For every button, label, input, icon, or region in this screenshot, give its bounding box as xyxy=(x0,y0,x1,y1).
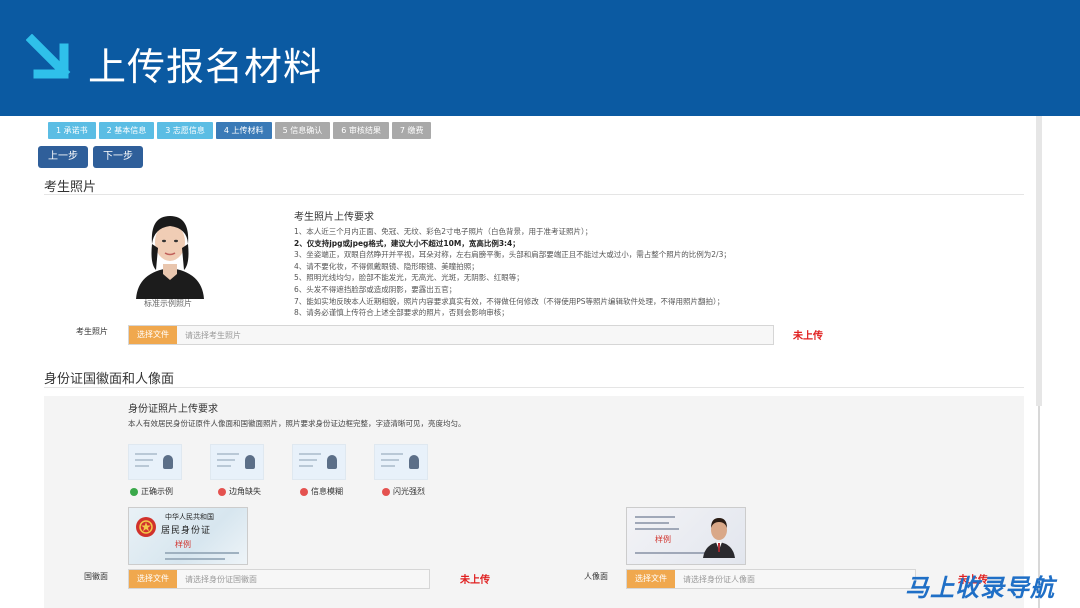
national-emblem-icon xyxy=(136,517,156,537)
prev-step-button[interactable]: 上一步 xyxy=(38,146,88,168)
emblem-choose-file-button[interactable]: 选择文件 xyxy=(129,570,177,588)
portrait-photo xyxy=(703,518,735,558)
portrait-choose-file-button[interactable]: 选择文件 xyxy=(627,570,675,588)
requirement-item: 7、能如实地反映本人近期相貌，照片内容要求真实有效，不得做任何修改（不得使用PS… xyxy=(294,296,725,306)
sample-photo-caption: 标准示例照片 xyxy=(144,299,192,308)
id-sample-text: 信息模糊 xyxy=(311,487,343,496)
portrait-file-placeholder: 请选择身份证人像面 xyxy=(683,574,755,584)
id-emblem-stamp: 样例 xyxy=(175,540,191,549)
card-text-line xyxy=(635,516,675,518)
card-text-line xyxy=(217,453,239,455)
emblem-upload-status: 未上传 xyxy=(460,575,490,586)
photo-choose-file-button[interactable]: 选择文件 xyxy=(129,326,177,344)
id-sample-label: 闪光强烈 xyxy=(382,486,425,497)
step-tab[interactable]: 4 上传材料 xyxy=(215,122,272,139)
upload-form: 1 承诺书 2 基本信息 3 志愿信息 4 上传材料 5 信息确认 6 审核结果 7 缴费 … xyxy=(30,116,1040,608)
step-tabs: 1 承诺书 2 基本信息 3 志愿信息 4 上传材料 5 信息确认 6 审核结果 7 缴费 xyxy=(48,122,432,139)
card-text-line xyxy=(635,522,669,524)
card-text-line xyxy=(381,465,395,467)
step-tab[interactable]: 5 信息确认 xyxy=(274,122,331,139)
id-emblem-line1: 中华人民共和国 xyxy=(165,513,214,521)
portrait-field-label: 人像面 xyxy=(584,572,608,581)
photo-requirements-list: 1、本人近三个月内正面、免冠、无纹、彩色2寸电子照片（白色背景，用于准考证照片）… xyxy=(294,226,731,319)
emblem-file-placeholder: 请选择身份证国徽面 xyxy=(185,574,257,584)
watermark: 马上收录导航 xyxy=(905,574,1055,602)
photo-upload-status: 未上传 xyxy=(793,331,823,342)
card-text-line xyxy=(299,453,321,455)
id-sample-thumbnail xyxy=(292,444,346,480)
card-text-line xyxy=(299,459,317,461)
photo-section-title: 考生照片 xyxy=(44,180,97,195)
emblem-file-input[interactable]: 选择文件 请选择身份证国徽面 xyxy=(128,569,430,589)
card-text-line xyxy=(381,459,399,461)
portrait-icon xyxy=(327,455,337,469)
cross-icon xyxy=(300,487,308,496)
cross-icon xyxy=(382,487,390,496)
requirement-item: 5、照明光线均匀，脸部不能发光，无高光、光斑，无阴影、红眼等； xyxy=(294,273,524,283)
step-tab[interactable]: 7 缴费 xyxy=(391,122,432,139)
id-sample-thumbnail xyxy=(210,444,264,480)
page-title: 上传报名材料 xyxy=(88,45,323,89)
id-sample-thumbnail xyxy=(374,444,428,480)
id-sample-thumbnail xyxy=(128,444,182,480)
portrait-icon xyxy=(163,455,173,469)
portrait-icon xyxy=(245,455,255,469)
card-text-line xyxy=(299,465,313,467)
card-text-line xyxy=(135,465,149,467)
sample-photo xyxy=(130,204,210,299)
portrait-icon xyxy=(409,455,419,469)
card-text-line xyxy=(381,453,403,455)
emblem-field-label: 国徽面 xyxy=(84,572,108,581)
requirement-item: 4、请不要化妆，不得佩戴眼镜、隐形眼镜、美瞳拍照； xyxy=(294,261,479,271)
requirement-item: 6、头发不得遮挡脸部或造成阴影，要露出五官； xyxy=(294,284,457,294)
photo-field-label: 考生照片 xyxy=(76,327,108,336)
step-tab[interactable]: 2 基本信息 xyxy=(98,122,155,139)
id-sample-text: 边角缺失 xyxy=(229,487,261,496)
step-tab[interactable]: 6 审核结果 xyxy=(333,122,389,139)
id-portrait-stamp: 样例 xyxy=(655,535,671,544)
id-portrait-sample-card: 样例 xyxy=(626,507,746,565)
scrollbar[interactable] xyxy=(1036,116,1042,406)
arrow-down-right-icon xyxy=(26,34,71,79)
requirement-item: 8、请务必谨慎上传符合上述全部要求的照片，否则会影响审核； xyxy=(294,308,509,318)
step-tab[interactable]: 1 承诺书 xyxy=(48,122,96,139)
title-banner: 上传报名材料 xyxy=(0,0,1080,116)
card-text-line xyxy=(165,558,225,560)
id-sample-label: 信息模糊 xyxy=(300,486,343,497)
photo-file-input[interactable]: 选择文件 请选择考生照片 xyxy=(128,325,774,345)
id-emblem-line2: 居民身份证 xyxy=(161,526,212,536)
next-step-button[interactable]: 下一步 xyxy=(93,146,143,168)
card-text-line xyxy=(217,459,235,461)
id-emblem-sample-card: 中华人民共和国 居民身份证 样例 xyxy=(128,507,248,565)
divider xyxy=(44,194,1024,195)
id-sample-label: 正确示例 xyxy=(130,486,173,497)
portrait-file-input[interactable]: 选择文件 请选择身份证人像面 xyxy=(626,569,916,589)
cross-icon xyxy=(218,487,226,496)
id-requirements-title: 身份证照片上传要求 xyxy=(128,404,218,415)
step-tab[interactable]: 3 志愿信息 xyxy=(157,122,213,139)
id-upload-panel: 身份证照片上传要求 本人有效居民身份证原件人像面和国徽面照片，照片要求身份证边框… xyxy=(44,396,1024,608)
check-icon xyxy=(130,487,138,496)
photo-file-placeholder: 请选择考生照片 xyxy=(185,330,241,340)
card-text-line xyxy=(165,552,239,554)
requirement-item: 2、仅支持jpg或jpeg格式，建议大小不超过10M，宽高比例3:4； xyxy=(294,238,520,248)
card-text-line xyxy=(635,528,679,530)
divider xyxy=(44,387,1024,388)
photo-requirements-title: 考生照片上传要求 xyxy=(294,212,374,223)
card-text-line xyxy=(135,453,157,455)
id-sample-text: 正确示例 xyxy=(141,487,173,496)
id-requirements-desc: 本人有效居民身份证原件人像面和国徽面照片，照片要求身份证边框完整，字迹清晰可见，… xyxy=(128,419,466,428)
requirement-item: 3、坐姿端正，双眼自然睁开并平视，耳朵对称，左右肩膀平衡，头部和肩部要端正且不能… xyxy=(294,250,731,260)
id-section-title: 身份证国徽面和人像面 xyxy=(44,372,175,387)
card-text-line xyxy=(135,459,153,461)
id-sample-text: 闪光强烈 xyxy=(393,487,425,496)
requirement-item: 1、本人近三个月内正面、免冠、无纹、彩色2寸电子照片（白色背景，用于准考证照片）… xyxy=(294,227,593,236)
card-text-line xyxy=(217,465,231,467)
id-sample-label: 边角缺失 xyxy=(218,486,261,497)
